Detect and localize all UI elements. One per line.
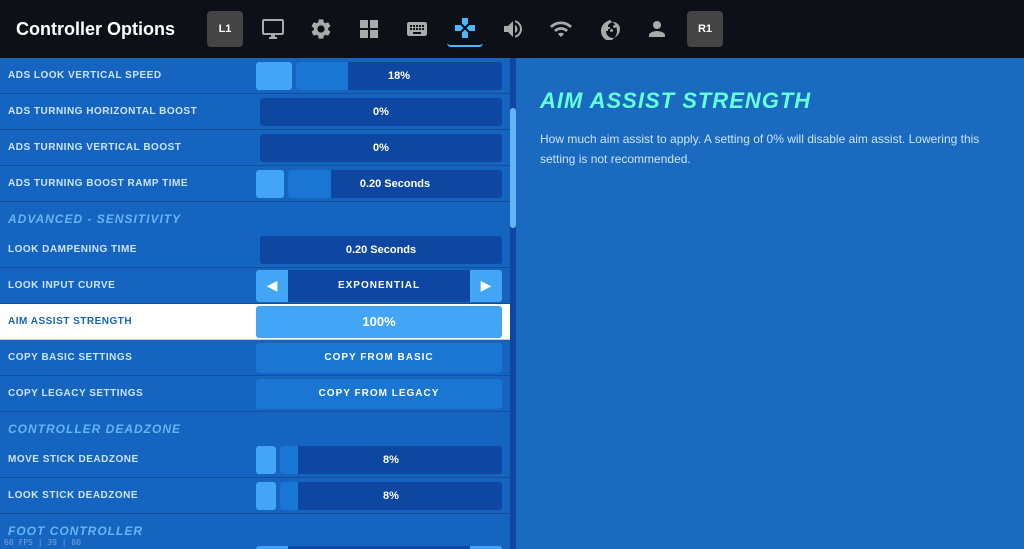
slider-value: 18% (388, 70, 410, 82)
advanced-sensitivity-title: ADVANCED - SENSITIVITY (8, 212, 181, 226)
keyboard-icon[interactable] (399, 11, 435, 47)
slider-thumb (256, 62, 292, 90)
info-panel: AIM ASSIST STRENGTH How much aim assist … (516, 58, 1024, 549)
setting-copy-legacy[interactable]: COPY LEGACY SETTINGS COPY FROM LEGACY (0, 376, 510, 412)
look-input-curve-prev-button[interactable]: ◀ (256, 270, 288, 302)
look-dampening-time-control[interactable]: 0.20 Seconds (256, 234, 502, 266)
look-stick-deadzone-control[interactable]: 8% (256, 480, 502, 512)
setting-look-stick-deadzone[interactable]: LOOK STICK DEADZONE 8% (0, 478, 510, 514)
enable-foot-controller-control[interactable]: ◀ OFF ▶ (256, 546, 502, 549)
slider-fill (296, 62, 348, 90)
setting-look-dampening-time[interactable]: LOOK DAMPENING TIME 0.20 Seconds (0, 232, 510, 268)
slider-thumb (256, 170, 284, 198)
ads-turning-vertical-boost-label: ADS TURNING VERTICAL BOOST (8, 142, 256, 153)
foot-controller-title: FOOT CONTROLLER (8, 524, 143, 538)
ads-look-vertical-speed-control[interactable]: 18% (256, 60, 502, 92)
network-icon[interactable] (543, 11, 579, 47)
aim-assist-strength-control[interactable]: 100% (256, 306, 502, 338)
copy-basic-label: COPY BASIC SETTINGS (8, 352, 256, 363)
l1-badge[interactable]: L1 (207, 11, 243, 47)
setting-aim-assist-strength[interactable]: AIM ASSIST STRENGTH 100% (0, 304, 510, 340)
slider-thumb (256, 482, 276, 510)
slider-thumb (256, 446, 276, 474)
copy-basic-button[interactable]: COPY FROM BASIC (256, 343, 502, 373)
setting-ads-turning-vertical-boost[interactable]: ADS TURNING VERTICAL BOOST 0% (0, 130, 510, 166)
slider-bar: 8% (280, 482, 502, 510)
layout-icon[interactable] (351, 11, 387, 47)
setting-look-input-curve[interactable]: LOOK INPUT CURVE ◀ EXPONENTIAL ▶ (0, 268, 510, 304)
slider-fill (280, 482, 298, 510)
person-icon[interactable] (639, 11, 675, 47)
scrollbar-track[interactable] (510, 58, 516, 549)
gear-icon[interactable] (303, 11, 339, 47)
look-input-curve-next-button[interactable]: ▶ (470, 270, 502, 302)
setting-ads-turning-boost-ramp-time[interactable]: ADS TURNING BOOST RAMP TIME 0.20 Seconds (0, 166, 510, 202)
enable-foot-controller-next-button[interactable]: ▶ (470, 546, 502, 549)
main-content: ADS LOOK VERTICAL SPEED 18% ADS TURNING … (0, 58, 1024, 549)
setting-copy-basic[interactable]: COPY BASIC SETTINGS COPY FROM BASIC (0, 340, 510, 376)
slider-bar: 0.20 Seconds (288, 170, 502, 198)
move-stick-deadzone-control[interactable]: 8% (256, 444, 502, 476)
ads-turning-horizontal-boost-label: ADS TURNING HORIZONTAL BOOST (8, 106, 256, 117)
info-title: AIM ASSIST STRENGTH (540, 88, 1000, 114)
speaker-icon[interactable] (495, 11, 531, 47)
gamepad-active-icon[interactable] (447, 11, 483, 47)
slider-bar: 18% (296, 62, 502, 90)
slider-bar: 0% (260, 134, 502, 162)
fps-counter: 60 FPS | 39 | 80 (4, 538, 81, 547)
setting-move-stick-deadzone[interactable]: MOVE STICK DEADZONE 8% (0, 442, 510, 478)
controller-deadzone-title: CONTROLLER DEADZONE (8, 422, 181, 436)
slider-value: 8% (383, 454, 399, 466)
slider-value: 0.20 Seconds (360, 178, 430, 190)
look-input-curve-label: LOOK INPUT CURVE (8, 280, 256, 291)
look-dampening-time-label: LOOK DAMPENING TIME (8, 244, 256, 255)
gamepad2-icon[interactable] (591, 11, 627, 47)
aim-assist-strength-value: 100% (362, 314, 395, 329)
page-title: Controller Options (16, 19, 175, 40)
monitor-icon[interactable] (255, 11, 291, 47)
ads-turning-vertical-boost-control[interactable]: 0% (256, 132, 502, 164)
look-stick-deadzone-label: LOOK STICK DEADZONE (8, 490, 256, 501)
slider-bar: 0.20 Seconds (260, 236, 502, 264)
slider-value: 0% (373, 106, 389, 118)
slider-value: 0.20 Seconds (346, 244, 416, 256)
ads-turning-horizontal-boost-control[interactable]: 0% (256, 96, 502, 128)
look-input-curve-control[interactable]: ◀ EXPONENTIAL ▶ (256, 270, 502, 302)
r1-badge[interactable]: R1 (687, 11, 723, 47)
slider-value: 0% (373, 142, 389, 154)
setting-ads-look-vertical-speed[interactable]: ADS LOOK VERTICAL SPEED 18% (0, 58, 510, 94)
look-input-curve-value: EXPONENTIAL (288, 280, 470, 291)
ads-turning-boost-ramp-time-label: ADS TURNING BOOST RAMP TIME (8, 178, 256, 189)
slider-bar: 0% (260, 98, 502, 126)
top-nav-bar: Controller Options L1 R1 (0, 0, 1024, 58)
slider-fill (288, 170, 331, 198)
copy-legacy-label: COPY LEGACY SETTINGS (8, 388, 256, 399)
setting-ads-turning-horizontal-boost[interactable]: ADS TURNING HORIZONTAL BOOST 0% (0, 94, 510, 130)
copy-legacy-button[interactable]: COPY FROM LEGACY (256, 379, 502, 409)
scrollbar-thumb[interactable] (510, 108, 516, 228)
move-stick-deadzone-label: MOVE STICK DEADZONE (8, 454, 256, 465)
slider-fill (280, 446, 298, 474)
enable-foot-controller-prev-button[interactable]: ◀ (256, 546, 288, 549)
slider-value: 8% (383, 490, 399, 502)
ads-turning-boost-ramp-time-control[interactable]: 0.20 Seconds (256, 168, 502, 200)
aim-assist-strength-label: AIM ASSIST STRENGTH (8, 316, 256, 327)
settings-panel: ADS LOOK VERTICAL SPEED 18% ADS TURNING … (0, 58, 510, 549)
info-description: How much aim assist to apply. A setting … (540, 130, 1000, 168)
advanced-sensitivity-header: ADVANCED - SENSITIVITY (0, 202, 510, 232)
controller-deadzone-header: CONTROLLER DEADZONE (0, 412, 510, 442)
ads-look-vertical-speed-label: ADS LOOK VERTICAL SPEED (8, 70, 256, 81)
slider-bar: 8% (280, 446, 502, 474)
